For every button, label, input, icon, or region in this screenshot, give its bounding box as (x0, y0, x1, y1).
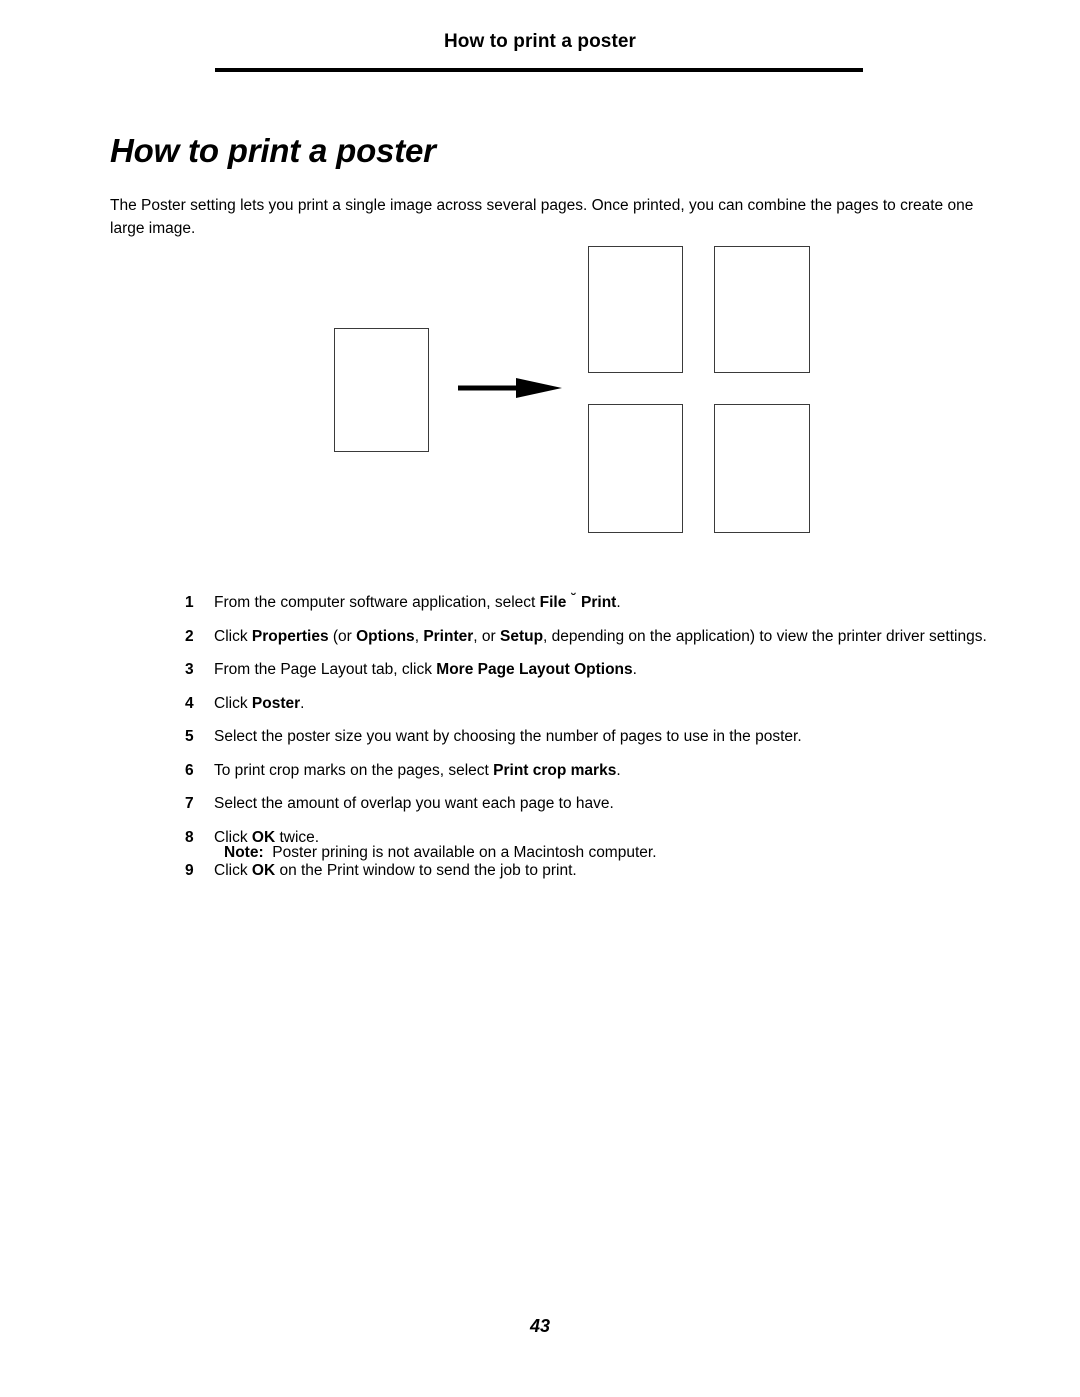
step-text: From the computer software application, … (214, 590, 621, 611)
intro-paragraph: The Poster setting lets you print a sing… (110, 196, 974, 237)
source-page-rectangle (334, 328, 429, 452)
plain-text: , depending on the application) to view … (543, 627, 987, 645)
step-item: 3 From the Page Layout tab, click More Pa… (180, 659, 1020, 680)
step-number: 6 (185, 761, 194, 779)
emphasis-text: Print crop marks (493, 761, 617, 779)
document-page: How to print a poster How to print a pos… (0, 0, 1080, 1397)
step-item: 9 Click OK on the Print window to send th… (180, 860, 1020, 881)
plain-text: on the Print window to send the job to p… (275, 862, 577, 879)
step-text: Click OK on the Print window to send the… (214, 862, 577, 879)
plain-text: , or (473, 627, 500, 645)
plain-text: From the computer software application, … (214, 594, 540, 611)
menu-separator-glyph: ˘ (571, 590, 577, 606)
plain-text: Click (214, 627, 252, 645)
step-number: 2 (185, 627, 194, 645)
step-number: 5 (185, 728, 194, 745)
note-text: Poster prining is not available on a Mac… (272, 844, 657, 861)
emphasis-text: More Page Layout Options (436, 661, 633, 678)
step-item: 2 Click Properties (or Options, Printer, … (180, 626, 1020, 647)
emphasis-text: Properties (251, 627, 329, 645)
emphasis-text: OK (251, 862, 276, 879)
step-text: From the Page Layout tab, click More Pag… (214, 661, 637, 678)
note-line: Note: Poster prining is not available on… (224, 842, 657, 863)
step-item: 7 Select the amount of overlap you want e… (180, 793, 1020, 814)
plain-text: . (632, 661, 637, 678)
plain-text: Click (214, 862, 252, 879)
step-text: Click Poster. (214, 695, 304, 712)
step-number: 1 (185, 594, 194, 611)
header-rule (215, 68, 863, 72)
step-text: To print crop marks on the pages, select… (214, 762, 621, 779)
step-number: 9 (185, 862, 194, 879)
step-number: 8 (185, 828, 194, 846)
emphasis-text: Setup (499, 627, 544, 645)
page-title: How to print a poster (110, 132, 436, 170)
right-arrow-icon (458, 378, 562, 398)
step-text: Select the amount of overlap you want ea… (214, 795, 614, 812)
plain-text: Click (214, 694, 252, 712)
step-item: 4 Click Poster. (180, 693, 1020, 714)
tile-page-rectangle (714, 246, 810, 373)
plain-text: To print crop marks on the pages, select (214, 761, 494, 779)
tile-page-rectangle (588, 404, 683, 533)
step-item: 1 From the computer software application,… (180, 590, 1020, 613)
plain-text: . (300, 694, 305, 712)
page-number: 43 (529, 1316, 551, 1336)
step-number: 7 (185, 795, 194, 812)
tile-page-rectangle (588, 246, 683, 373)
emphasis-text: Poster (251, 694, 301, 712)
emphasis-text: Print (581, 594, 617, 611)
emphasis-text: File (539, 594, 567, 611)
plain-text: Select the amount of overlap you want ea… (214, 795, 614, 812)
step-text: Click Properties (or Options, Printer, o… (214, 628, 987, 645)
note-spacer (264, 844, 273, 861)
plain-text: (or (328, 627, 357, 645)
running-header: How to print a poster (443, 31, 637, 52)
plain-text: From the Page Layout tab, click (214, 661, 437, 678)
emphasis-text: Options (356, 627, 415, 645)
plain-text: . (616, 761, 621, 779)
emphasis-text: Printer (423, 627, 474, 645)
tile-page-rectangle (714, 404, 810, 533)
note-label: Note: (224, 844, 264, 861)
step-item: 6 To print crop marks on the pages, selec… (180, 760, 1020, 781)
step-text: Select the poster size you want by choos… (214, 728, 802, 745)
step-item: 5 Select the poster size you want by choo… (180, 726, 1020, 747)
plain-text: Select the poster size you want by choos… (214, 728, 802, 745)
plain-text: . (616, 594, 621, 611)
step-number: 3 (185, 661, 194, 678)
step-number: 4 (185, 694, 194, 712)
